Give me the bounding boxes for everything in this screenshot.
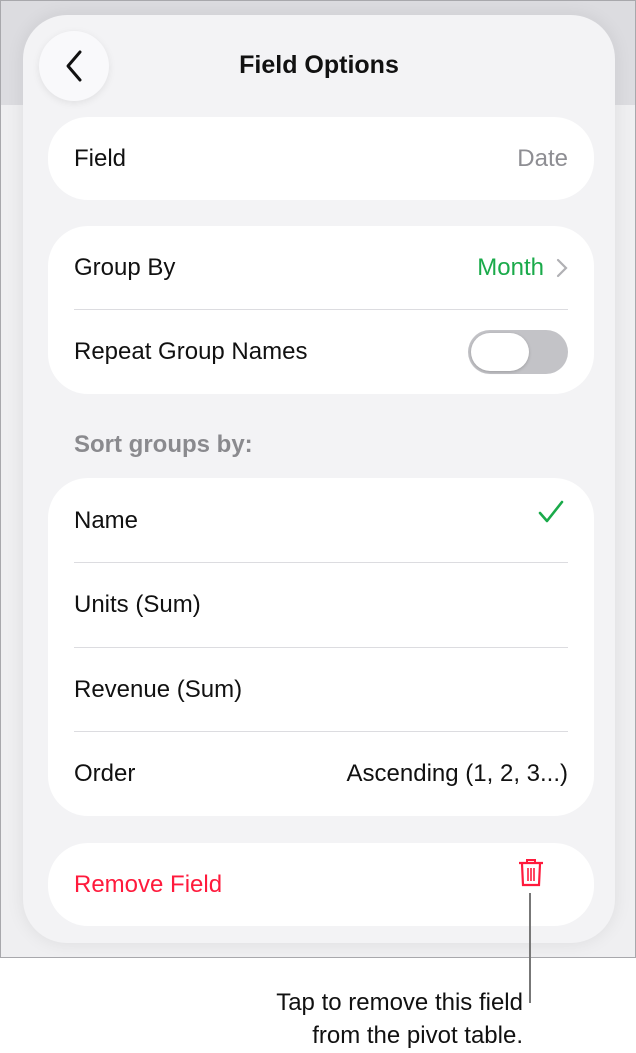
chevron-right-icon [556,258,568,278]
group-by-row[interactable]: Group By Month [74,226,568,310]
field-card: Field Date [48,117,594,200]
sort-option-name[interactable]: Name [74,478,568,563]
field-row: Field Date [74,117,568,200]
order-label: Order [74,760,136,787]
callout-text: Tap to remove this field from the pivot … [276,986,523,1052]
sort-card: Name Units (Sum) Revenue (Sum) Order Asc… [48,478,594,816]
sort-option-label: Revenue (Sum) [74,675,243,703]
repeat-group-names-row: Repeat Group Names [74,310,568,394]
callout-line-2: from the pivot table. [312,1022,523,1049]
page-title: Field Options [239,51,399,79]
order-row[interactable]: Order Ascending (1, 2, 3...) [74,732,568,816]
sort-section-header: Sort groups by: [74,431,253,458]
group-by-label: Group By [74,254,176,281]
order-value: Ascending (1, 2, 3...) [346,760,568,787]
sort-option-revenue[interactable]: Revenue (Sum) [74,647,568,732]
repeat-group-names-label: Repeat Group Names [74,338,308,365]
group-card: Group By Month Repeat Group Names [48,226,594,394]
sort-option-label: Units (Sum) [74,591,201,618]
group-by-value: Month [477,254,544,281]
remove-field-card: Remove Field [48,843,594,926]
sort-option-units[interactable]: Units (Sum) [74,563,568,647]
device-screen: Field Options Field Date Group By Month … [0,0,636,958]
repeat-group-names-toggle[interactable] [468,330,568,374]
checkmark-icon [538,500,564,522]
toggle-knob [471,333,529,371]
remove-field-button[interactable]: Remove Field [74,843,568,926]
trash-icon[interactable] [518,858,544,888]
field-value: Date [517,144,568,172]
callout-line [529,893,531,1003]
field-label: Field [74,144,127,172]
sort-option-label: Name [74,506,139,534]
callout-line-1: Tap to remove this field [276,989,523,1016]
remove-field-label: Remove Field [74,870,223,898]
